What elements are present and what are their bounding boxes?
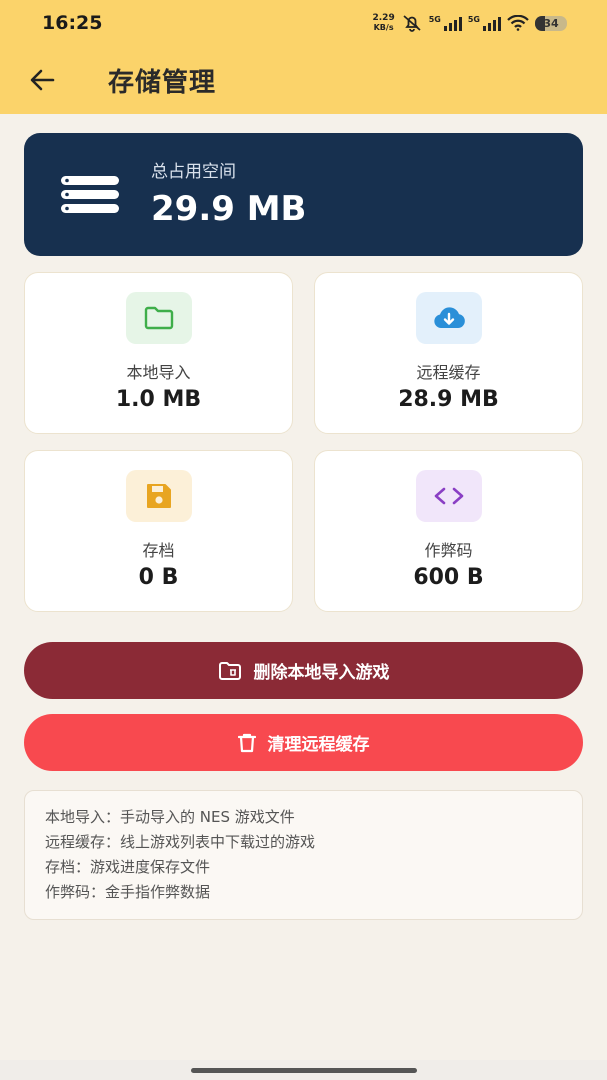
stat-value: 0 B [138,565,179,590]
battery-icon: 34 [535,15,567,31]
stat-card-remote-cache: 远程缓存 28.9 MB [314,272,583,434]
sim2-label: 5G [467,15,480,24]
status-icons: 2.29 KB/s 5G 5G 34 [372,12,567,34]
signal-sim1-icon: 5G [429,15,462,31]
mute-icon [403,15,421,32]
folder-delete-icon [218,661,241,680]
net-speed-unit: KB/s [373,23,394,32]
sim1-label: 5G [428,15,441,24]
battery-level: 34 [543,16,559,30]
wifi-icon [507,15,529,31]
cloud-download-icon [434,307,465,328]
stat-card-saves: 存档 0 B [24,450,293,612]
clear-remote-cache-button[interactable]: 清理远程缓存 [24,714,583,771]
folder-icon [144,306,174,330]
stat-card-local-import: 本地导入 1.0 MB [24,272,293,434]
arrow-left-icon [30,69,55,91]
signal-sim2-icon: 5G [468,15,501,31]
stat-card-cheats: 作弊码 600 B [314,450,583,612]
net-speed: 2.29 KB/s [372,13,395,33]
delete-local-games-button[interactable]: 删除本地导入游戏 [24,642,583,699]
total-usage-value: 29.9 MB [151,189,307,229]
code-icon [434,487,464,505]
app-bar: 16:25 2.29 KB/s 5G 5G 34 存储管理 [0,0,607,114]
info-line-local-import: 本地导入：手动导入的 NES 游戏文件 [45,808,295,826]
stat-icon-box [126,470,192,522]
storage-icon [61,176,119,213]
stat-value: 28.9 MB [398,387,499,412]
status-time: 16:25 [42,12,103,34]
stat-value: 600 B [413,565,484,590]
net-speed-value: 2.29 [372,13,395,23]
info-line-remote-cache: 远程缓存：线上游戏列表中下载过的游戏 [45,833,316,851]
status-bar: 16:25 2.29 KB/s 5G 5G 34 [0,0,607,46]
stat-value: 1.0 MB [115,387,202,412]
page-title: 存储管理 [108,68,217,98]
info-line-saves: 存档：游戏进度保存文件 [45,858,211,876]
save-icon [147,484,171,508]
stat-icon-box [126,292,192,344]
back-button[interactable] [24,62,60,98]
home-indicator[interactable] [191,1068,417,1073]
delete-local-games-label: 删除本地导入游戏 [253,663,390,683]
info-line-cheats: 作弊码：金手指作弊数据 [45,883,211,901]
stat-icon-box [416,470,482,522]
stat-label: 作弊码 [424,541,473,560]
stat-label: 存档 [142,541,175,560]
info-box: 本地导入：手动导入的 NES 游戏文件 远程缓存：线上游戏列表中下载过的游戏 存… [24,790,583,920]
trash-icon [237,733,256,752]
total-usage-card: 总占用空间 29.9 MB [24,133,583,256]
stat-label: 本地导入 [126,363,191,382]
clear-remote-cache-label: 清理远程缓存 [267,735,370,755]
stat-icon-box [416,292,482,344]
total-usage-label: 总占用空间 [151,162,236,182]
stat-label: 远程缓存 [416,363,481,382]
